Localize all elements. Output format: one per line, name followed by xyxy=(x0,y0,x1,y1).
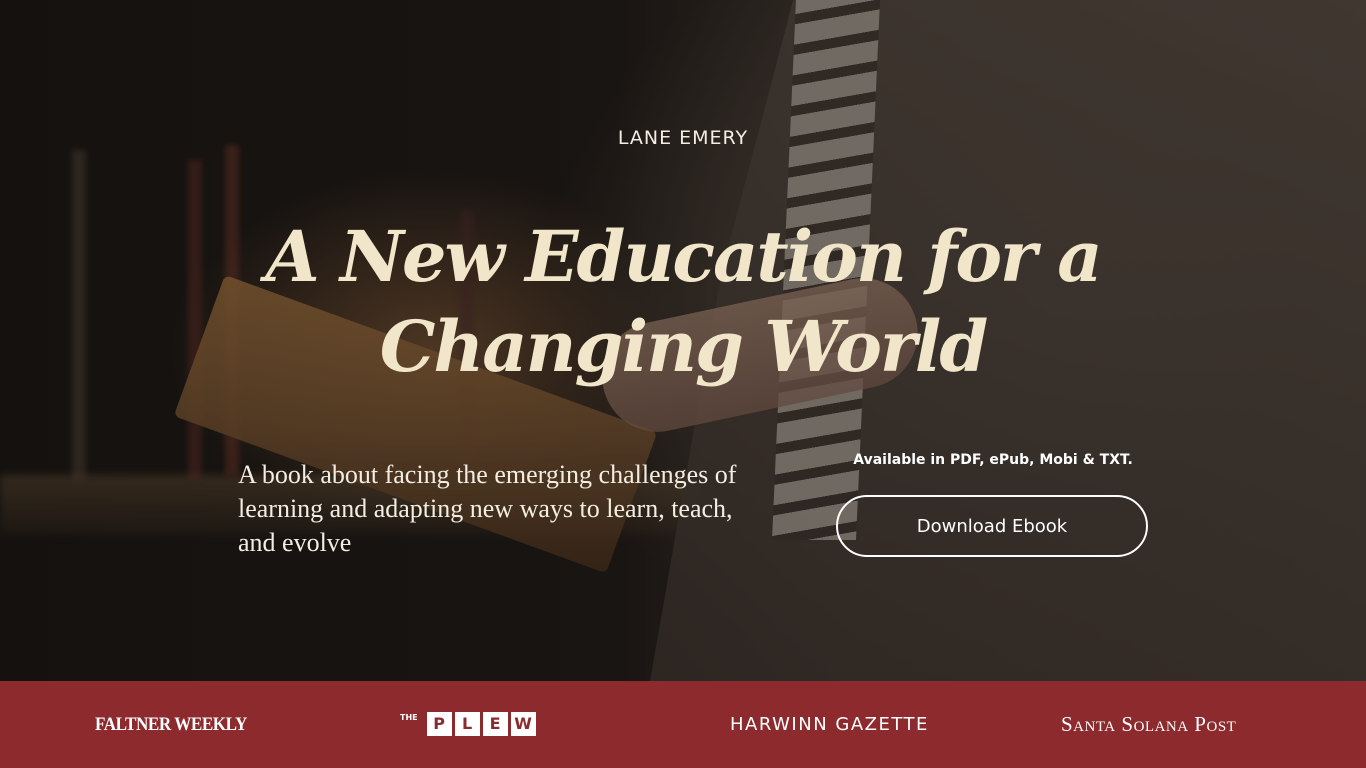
plew-letter-tile: E xyxy=(482,712,508,736)
hero-section: LANE EMERY A New Education for a Changin… xyxy=(0,0,1366,681)
plew-letter-tile: L xyxy=(454,712,480,736)
plew-letter-tile: P xyxy=(426,712,452,736)
book-tagline: A book about facing the emerging challen… xyxy=(238,460,737,557)
plew-letter-tile: W xyxy=(510,712,536,736)
available-formats: Available in PDF, ePub, Mobi & TXT. xyxy=(853,452,1133,468)
harwinn-gazette-logo: HARWINN GAZETTE xyxy=(730,714,929,735)
press-logos-bar: FALTNER WEEKLY THE P L E W HARWINN GAZET… xyxy=(0,681,1366,768)
download-ebook-button[interactable]: Download Ebook xyxy=(836,495,1148,557)
author-name: LANE EMERY xyxy=(617,127,749,149)
santa-solana-post-logo: Santa Solana Post xyxy=(1061,712,1237,736)
the-plew-logo: THE P L E W xyxy=(400,681,536,768)
the-plew-letter-tiles: P L E W xyxy=(426,712,536,736)
book-title: A New Education for a Changing World xyxy=(265,215,1102,388)
the-plew-prefix: THE xyxy=(400,713,418,722)
faltner-weekly-logo: FALTNER WEEKLY xyxy=(95,713,247,735)
